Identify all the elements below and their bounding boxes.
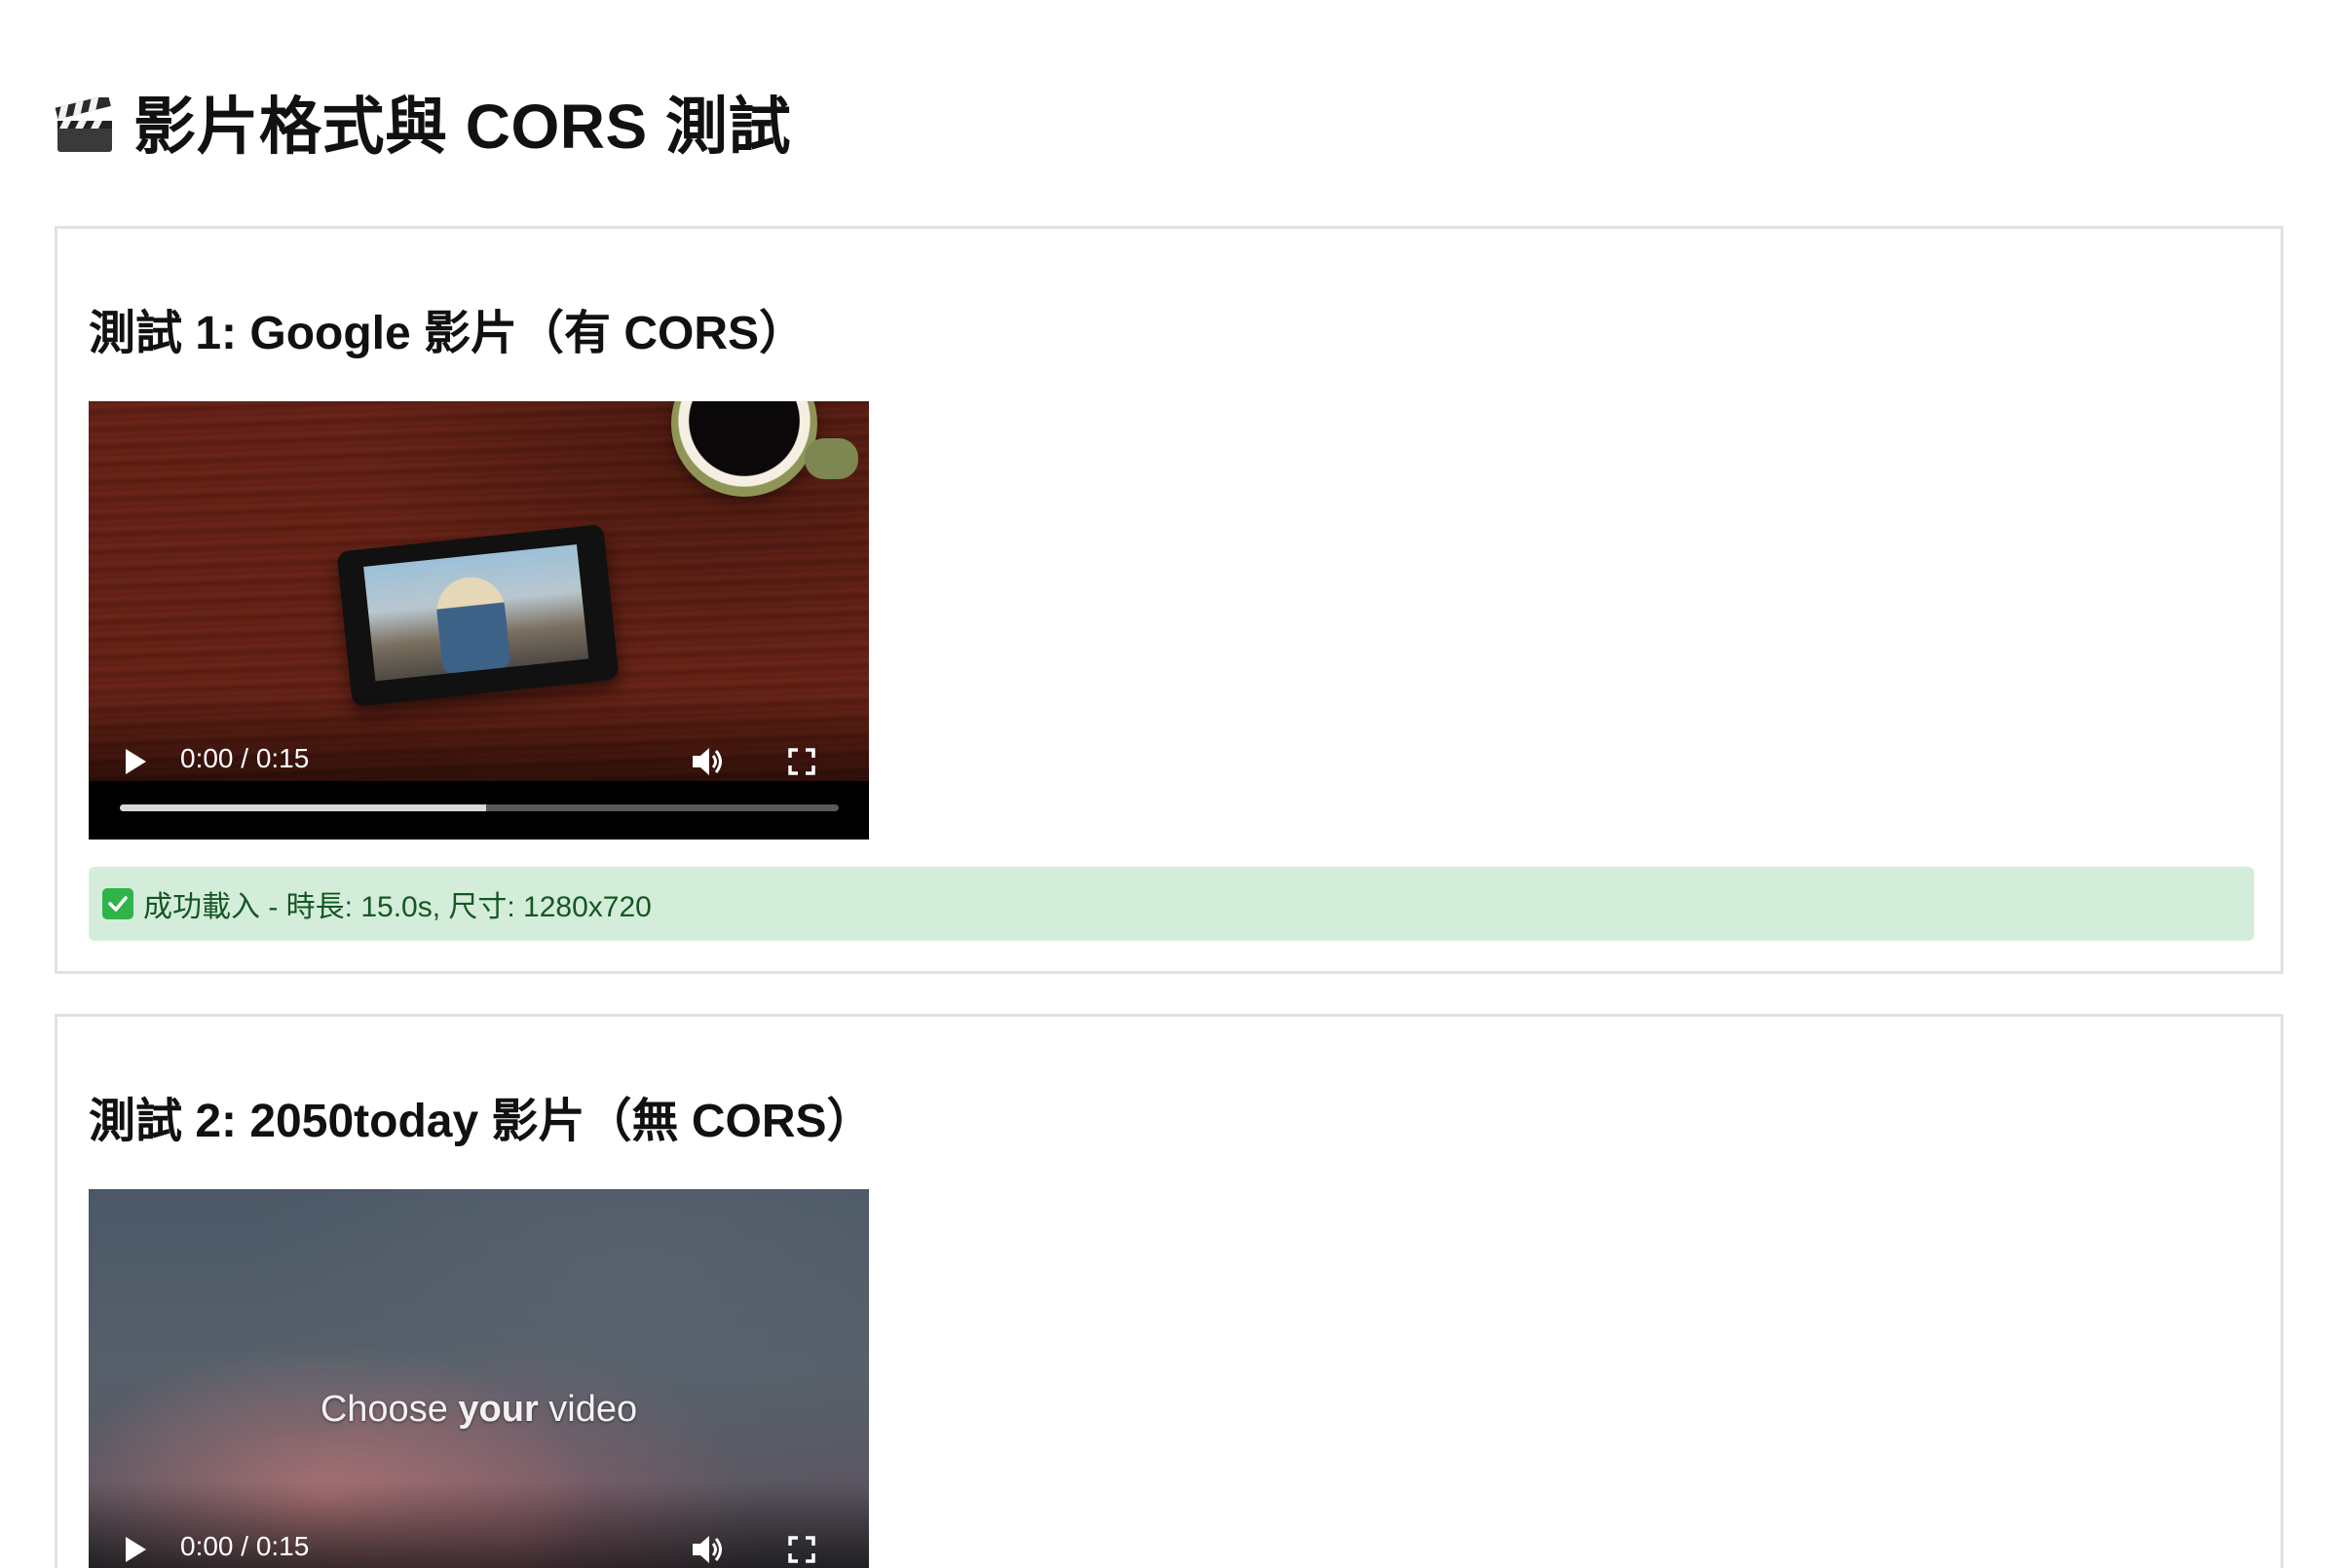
status-message: 成功載入 - 時長: 15.0s, 尺寸: 1280x720 [89, 867, 2254, 941]
video-controls: 0:00 / 0:15 [89, 728, 869, 815]
page-title: 影片格式與 CORS 測試 [54, 93, 791, 161]
video-time: 0:00 / 0:15 [180, 743, 310, 773]
page-title-text: 影片格式與 CORS 測試 [133, 92, 791, 162]
play-button[interactable] [118, 1532, 153, 1567]
status-text: 成功載入 - 時長: 15.0s, 尺寸: 1280x720 [143, 891, 652, 923]
overlay-bold: your [458, 1389, 539, 1430]
video-player-2[interactable]: Choose your video 0:00 / 0:15 [89, 1189, 869, 1568]
video-controls: 0:00 / 0:15 [89, 1515, 869, 1568]
play-icon [126, 1537, 146, 1562]
test-2-title: 測試 2: 2050today 影片（無 CORS） [89, 1096, 874, 1147]
video-time: 0:00 / 0:15 [180, 1531, 310, 1561]
test-card-1: 測試 1: Google 影片（有 CORS） 0:00 / 0:15 成功載入… [55, 226, 2283, 974]
play-icon [126, 749, 146, 774]
video-player-1[interactable]: 0:00 / 0:15 [89, 401, 869, 840]
volume-icon [693, 1536, 722, 1563]
test-1-title: 測試 1: Google 影片（有 CORS） [89, 308, 807, 359]
video-overlay-text: Choose your video [89, 1389, 869, 1431]
mug-handle-image [805, 438, 858, 479]
clapper-board-icon [55, 97, 112, 153]
tablet-image [336, 524, 620, 707]
tablet-screen-image [363, 543, 589, 682]
video-buffered-fill [120, 804, 487, 811]
test-card-2: 測試 2: 2050today 影片（無 CORS） Choose your v… [55, 1014, 2283, 1568]
fullscreen-icon [788, 748, 815, 775]
coffee-mug-image [671, 401, 817, 497]
fullscreen-icon [788, 1536, 815, 1563]
person-figure-image [434, 574, 511, 675]
overlay-prefix: Choose [320, 1389, 459, 1430]
page: 影片格式與 CORS 測試 測試 1: Google 影片（有 CORS） 0:… [0, 0, 2338, 1568]
volume-button[interactable] [689, 1530, 728, 1568]
check-mark-icon [102, 888, 133, 919]
volume-icon [693, 748, 722, 775]
play-button[interactable] [118, 744, 153, 779]
overlay-suffix: video [538, 1389, 638, 1430]
video-progress-bar[interactable] [120, 804, 839, 811]
fullscreen-button[interactable] [782, 1530, 821, 1568]
volume-button[interactable] [689, 742, 728, 781]
fullscreen-button[interactable] [782, 742, 821, 781]
